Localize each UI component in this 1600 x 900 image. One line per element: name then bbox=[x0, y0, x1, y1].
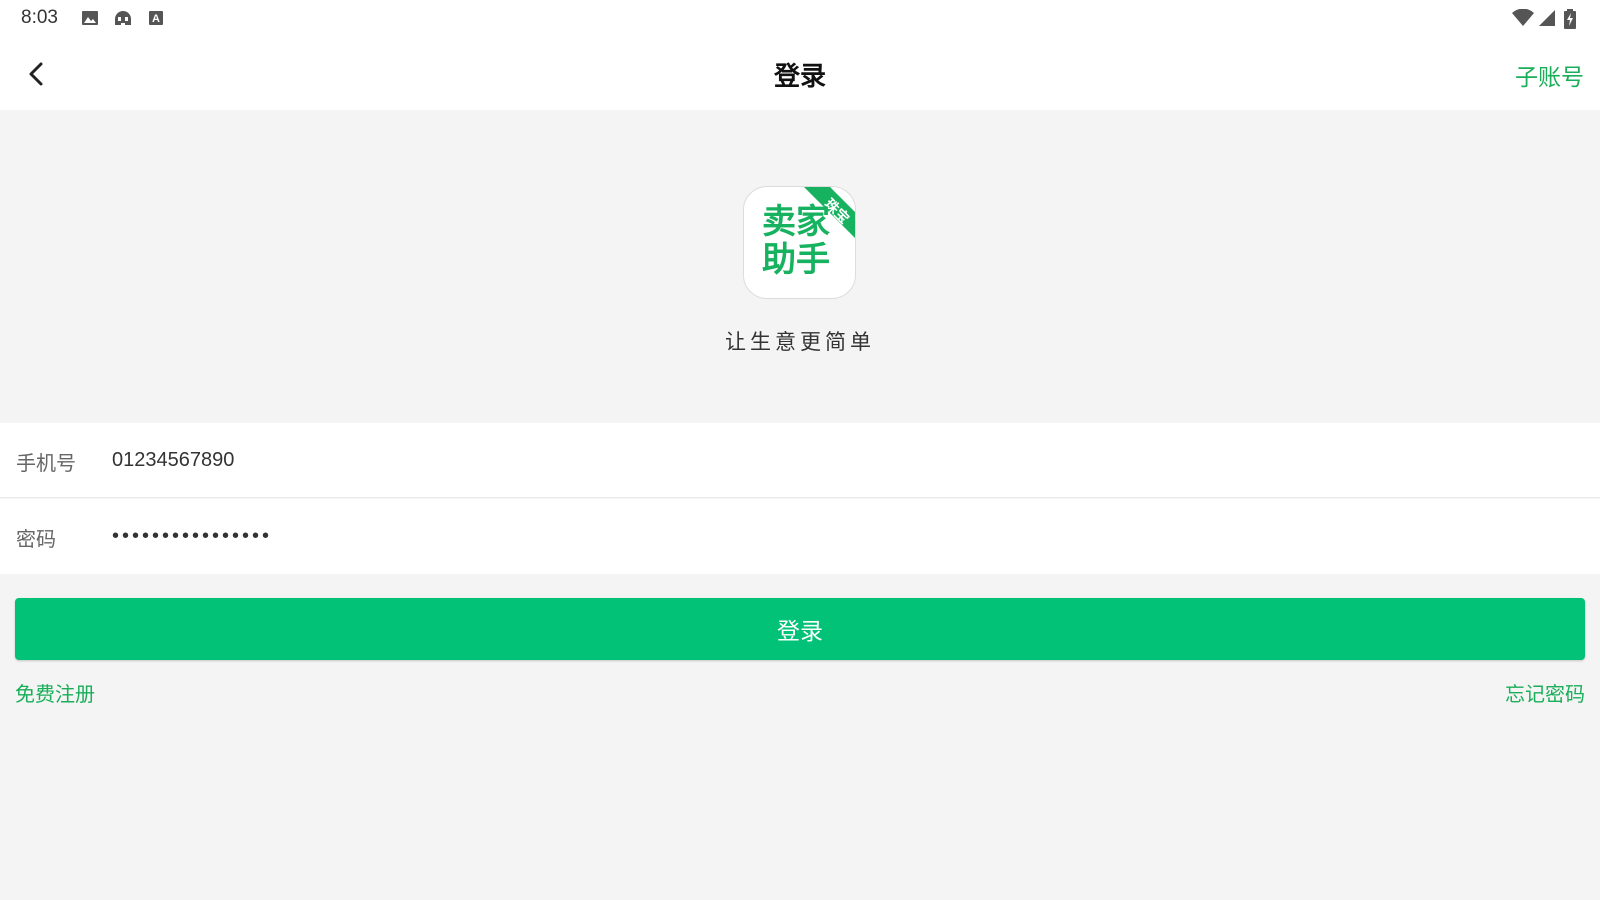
sub-account-link[interactable]: 子账号 bbox=[1515, 58, 1584, 92]
status-time: 8:03 bbox=[21, 7, 58, 28]
status-bar: 8:03 A bbox=[0, 0, 1600, 38]
cell-signal-icon bbox=[1538, 9, 1556, 27]
svg-text:A: A bbox=[152, 13, 160, 25]
password-input[interactable] bbox=[112, 513, 1572, 559]
forgot-password-link[interactable]: 忘记密码 bbox=[1505, 678, 1585, 707]
password-row: 密码 bbox=[0, 499, 1600, 574]
logo-text-line1: 卖家 bbox=[762, 202, 830, 242]
password-label: 密码 bbox=[16, 527, 56, 551]
android-robot-icon bbox=[112, 9, 134, 27]
page-title: 登录 bbox=[773, 62, 826, 92]
phone-row: 手机号 bbox=[0, 423, 1600, 498]
image-icon bbox=[81, 9, 99, 27]
app-logo: 珠宝 卖家 助手 bbox=[743, 186, 856, 299]
wifi-icon bbox=[1512, 8, 1534, 27]
font-a-icon: A bbox=[148, 9, 166, 27]
app-bar: 登录 子账号 bbox=[0, 38, 1600, 110]
logo-text-line2: 助手 bbox=[762, 240, 830, 280]
slogan: 让生意更简单 bbox=[725, 330, 875, 354]
login-button[interactable]: 登录 bbox=[15, 598, 1585, 660]
battery-charging-icon bbox=[1564, 9, 1576, 29]
phone-label: 手机号 bbox=[16, 451, 76, 475]
register-link[interactable]: 免费注册 bbox=[15, 678, 95, 707]
phone-input[interactable] bbox=[112, 437, 1572, 483]
logo-text: 卖家 助手 bbox=[762, 203, 842, 279]
